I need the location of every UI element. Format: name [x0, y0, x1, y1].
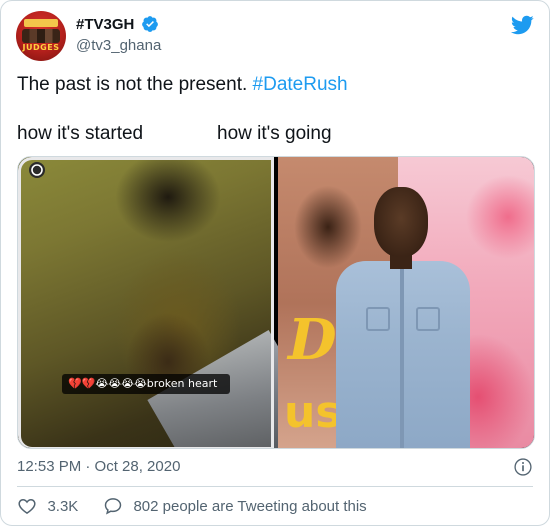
tweet-header: JUDGES #TV3GH @tv3_ghana — [16, 11, 534, 63]
tweet-card[interactable]: JUDGES #TV3GH @tv3_ghana The past is not… — [0, 0, 550, 526]
shirt-pocket-left — [366, 307, 390, 331]
avatar-banner — [24, 19, 58, 27]
conversation-text: 802 people are Tweeting about this — [133, 497, 367, 515]
divider — [17, 486, 533, 487]
tweet-timestamp[interactable]: 12:53 PM · Oct 28, 2020 — [17, 458, 180, 475]
like-count: 3.3K — [47, 497, 79, 515]
avatar-logo-text: JUDGES — [22, 43, 60, 52]
shirt-pocket-right — [416, 307, 440, 331]
mural-logo-text-bottom: us — [284, 387, 342, 438]
display-name[interactable]: #TV3GH — [76, 16, 134, 33]
caption-right: how it's going — [217, 123, 332, 144]
heart-icon — [18, 498, 36, 514]
author-name-block[interactable]: #TV3GH @tv3_ghana — [76, 15, 161, 55]
speech-bubble-icon — [104, 498, 122, 515]
avatar[interactable]: JUDGES — [16, 11, 66, 61]
photo-after[interactable]: Da us — [278, 157, 534, 448]
tweet-text: The past is not the present. #DateRush — [17, 73, 348, 97]
hashtag-link[interactable]: #DateRush — [253, 74, 348, 95]
tweet-text-body: The past is not the present. — [17, 74, 253, 95]
avatar-faces — [22, 29, 60, 43]
like-button[interactable]: 3.3K — [17, 496, 78, 516]
twitter-bird-icon[interactable] — [510, 13, 534, 37]
tweet-media[interactable]: 💔💔😭😭😭😭broken heart Da us — [17, 156, 535, 449]
person-head — [374, 187, 428, 257]
shirt-placket — [400, 267, 404, 448]
photo-before-edge — [18, 157, 274, 448]
conversation-link[interactable]: 802 people are Tweeting about this — [103, 496, 367, 516]
info-icon[interactable] — [513, 457, 533, 477]
author-handle[interactable]: @tv3_ghana — [76, 37, 161, 54]
verified-badge-icon — [141, 16, 158, 32]
caption-left: how it's started — [17, 123, 144, 144]
photo-before[interactable]: 💔💔😭😭😭😭broken heart — [18, 157, 329, 448]
